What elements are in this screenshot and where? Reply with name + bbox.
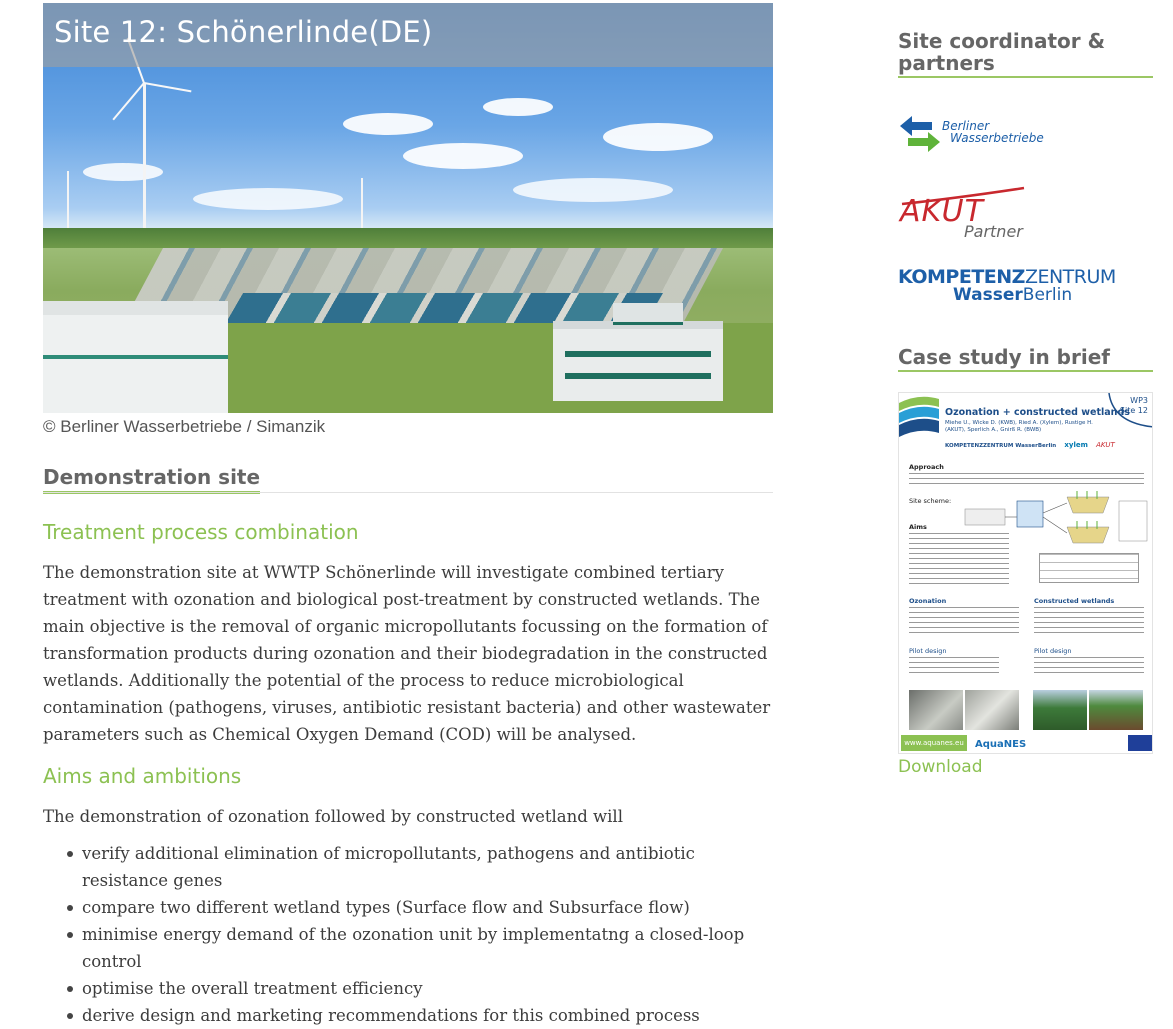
list-item: verify additional elimination of micropo… (65, 840, 775, 894)
poster-ozonation-text (909, 607, 1019, 637)
section-title: Demonstration site (43, 465, 261, 494)
partners-title: Site coordinator & partners (898, 29, 1106, 75)
page-title: Site 12: Schönerlinde(DE) (54, 15, 433, 49)
poster-approach-text (909, 473, 1144, 485)
poster-web: www.aquanes.eu (901, 735, 967, 751)
building-right (553, 303, 723, 401)
poster-photo (1089, 690, 1143, 730)
case-study-divider (898, 370, 1153, 372)
treatment-heading: Treatment process combination (43, 520, 359, 544)
partners-divider (898, 76, 1153, 78)
list-item: derive design and marketing recommendati… (65, 1002, 775, 1029)
kwb-line2b: Berlin (1022, 285, 1073, 305)
wind-turbine (143, 83, 146, 248)
list-item: compare two different wetland types (Sur… (65, 894, 775, 921)
poster-pilot-text-1 (909, 657, 999, 673)
cloud (343, 113, 433, 135)
poster-photo (909, 690, 963, 730)
aims-intro: The demonstration of ozonation followed … (43, 807, 623, 826)
cloud (513, 178, 673, 202)
case-study-poster[interactable]: WP3 Site 12 Ozonation + constructed wetl… (898, 392, 1153, 754)
bwb-logo[interactable]: Berliner Wasserbetriebe (898, 112, 1058, 158)
poster-wetlands-text (1034, 607, 1144, 637)
poster-photo (965, 690, 1019, 730)
poster-akut: AKUT (1096, 441, 1115, 449)
eu-flag-icon (1128, 735, 1152, 751)
list-item: minimise energy demand of the ozonation … (65, 921, 775, 975)
poster-approach: Approach (909, 463, 944, 471)
cloud (403, 143, 523, 169)
tree-line (43, 228, 773, 248)
aims-list: verify additional elimination of micropo… (65, 840, 775, 1029)
akut-subtitle: Partner (964, 222, 1023, 241)
poster-aims: Aims (909, 523, 927, 531)
list-item: optimise the overall treatment efficienc… (65, 975, 775, 1002)
poster-footer: www.aquanes.eu AquaNES (899, 733, 1152, 753)
poster-wp: WP3 (1130, 396, 1148, 405)
poster-site-scheme: Site scheme: (909, 497, 952, 505)
bwb-line2: Wasserbetriebe (950, 131, 1044, 145)
cloud (483, 98, 553, 116)
poster-photo (1033, 690, 1087, 730)
poster-aims-text (909, 533, 1009, 585)
kwb-logo[interactable]: KOMPETENZZENTRUM WasserBerlin (898, 266, 1116, 306)
building-left (43, 301, 228, 413)
aims-heading: Aims and ambitions (43, 764, 242, 788)
poster-pilot-design-1: Pilot design (909, 647, 947, 655)
kwb-line2a: Wasser (953, 285, 1023, 305)
poster-partner-logos: KOMPETENZZENTRUM WasserBerlin xylem AKUT (945, 441, 1115, 449)
image-credit: © Berliner Wasserbetriebe / Simanzik (43, 417, 326, 436)
section-divider (43, 492, 773, 493)
poster-kwb: KOMPETENZZENTRUM WasserBerlin (945, 443, 1057, 449)
poster-title: Ozonation + constructed wetlands (945, 407, 1130, 418)
case-study-title: Case study in brief (898, 345, 1110, 369)
bwb-arrows-icon (900, 116, 940, 152)
poster-ozonation: Ozonation (909, 597, 947, 605)
poster-pilot-design-2: Pilot design (1034, 647, 1072, 655)
poster-authors: Miehe U., Wicke D. (KWB), Ried A. (Xylem… (945, 420, 1093, 433)
cloud (603, 123, 713, 151)
poster-wetlands: Constructed wetlands (1034, 597, 1115, 605)
poster-legend (1039, 553, 1139, 583)
akut-logo[interactable]: AKUT Partner (898, 186, 1038, 242)
download-link[interactable]: Download (898, 757, 983, 777)
cloud (83, 163, 163, 181)
poster-pilot-text-2 (1034, 657, 1144, 673)
turbine-blade (143, 82, 192, 93)
poster-brand: AquaNES (975, 739, 1027, 750)
treatment-paragraph: The demonstration site at WWTP Schönerli… (43, 563, 771, 744)
cloud (193, 188, 343, 210)
turbine-blade (112, 82, 145, 121)
poster-xylem: xylem (1064, 441, 1088, 449)
